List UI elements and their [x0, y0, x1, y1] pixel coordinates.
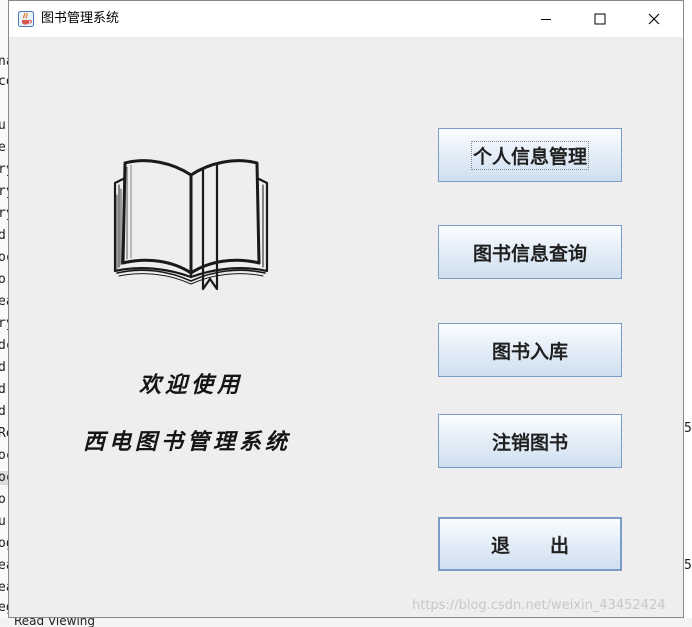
bg-text: 5 — [684, 421, 692, 436]
bg-text: ry — [0, 206, 8, 221]
bg-text: na — [0, 54, 8, 69]
close-icon — [648, 13, 660, 25]
main-panel: 欢迎使用 西电图书管理系统 个人信息管理 图书信息查询 图书入库 注销图书 退出… — [9, 37, 683, 617]
bg-text: e — [0, 140, 6, 155]
java-coffee-icon[interactable] — [18, 11, 34, 27]
bg-text: dr — [0, 360, 8, 375]
system-name-text: 西电图书管理系统 — [83, 429, 292, 455]
maximize-button[interactable] — [577, 1, 623, 37]
bg-text: oc — [0, 471, 8, 485]
close-button[interactable] — [631, 1, 677, 37]
bg-text: ea — [0, 558, 8, 573]
bg-text: Re — [0, 426, 8, 441]
title-bar[interactable]: 图书管理系统 — [9, 1, 683, 37]
welcome-text: 欢迎使用 — [139, 372, 244, 398]
button-label-part: 出 — [550, 534, 570, 557]
book-storage-button[interactable]: 图书入库 — [438, 323, 622, 377]
bg-text: or — [0, 492, 8, 507]
bg-text: 5 — [684, 558, 692, 573]
bg-text: ea — [0, 580, 8, 595]
background-statusbar: Read Viewing — [0, 618, 692, 627]
exit-button[interactable]: 退出 — [438, 517, 622, 571]
desktop: na ce u e ry ry ry dr oc or ea ry dc dr … — [0, 0, 692, 627]
bg-text: ce — [0, 74, 8, 89]
bg-text: ry — [0, 184, 8, 199]
bg-text: or — [0, 272, 8, 287]
bg-text: ry — [0, 316, 8, 331]
open-book-icon — [113, 159, 269, 291]
bg-text: Read Viewing — [14, 618, 95, 627]
button-label: 图书入库 — [491, 340, 568, 363]
maximize-icon — [594, 13, 606, 25]
bg-text: oc — [0, 448, 8, 463]
background-editor-left: na ce u e ry ry ry dr oc or ea ry dc dr … — [0, 0, 8, 627]
personal-info-button[interactable]: 个人信息管理 — [438, 128, 622, 182]
bg-text: ea — [0, 294, 8, 309]
bg-text: oc — [0, 250, 8, 265]
bg-text: dc — [0, 338, 8, 353]
bg-text: dr — [0, 228, 8, 243]
background-editor-right: 5 5 — [684, 0, 692, 627]
bg-text: ur — [0, 514, 8, 529]
book-cancel-button[interactable]: 注销图书 — [438, 414, 622, 468]
minimize-icon — [541, 19, 551, 20]
bg-text: ry — [0, 162, 8, 177]
button-label: 图书信息查询 — [472, 242, 587, 265]
window-title: 图书管理系统 — [41, 11, 120, 26]
watermark-text: https://blog.csdn.net/weixin_43452424 — [412, 598, 666, 613]
button-label: 退出 — [491, 531, 569, 558]
button-label: 个人信息管理 — [470, 140, 589, 170]
bg-text: u — [0, 118, 6, 133]
button-label-part: 退 — [490, 534, 510, 557]
bg-text: eg — [0, 600, 8, 615]
book-query-button[interactable]: 图书信息查询 — [438, 225, 622, 279]
button-label: 注销图书 — [491, 431, 568, 454]
app-window: 图书管理系统 欢迎使用 西电图书管理系统 个人信息管理 图书信息查询 图书入库 … — [8, 0, 684, 618]
bg-text: dr — [0, 404, 8, 419]
bg-text: og — [0, 536, 8, 551]
bg-text: dr — [0, 382, 8, 397]
minimize-button[interactable] — [523, 1, 569, 37]
